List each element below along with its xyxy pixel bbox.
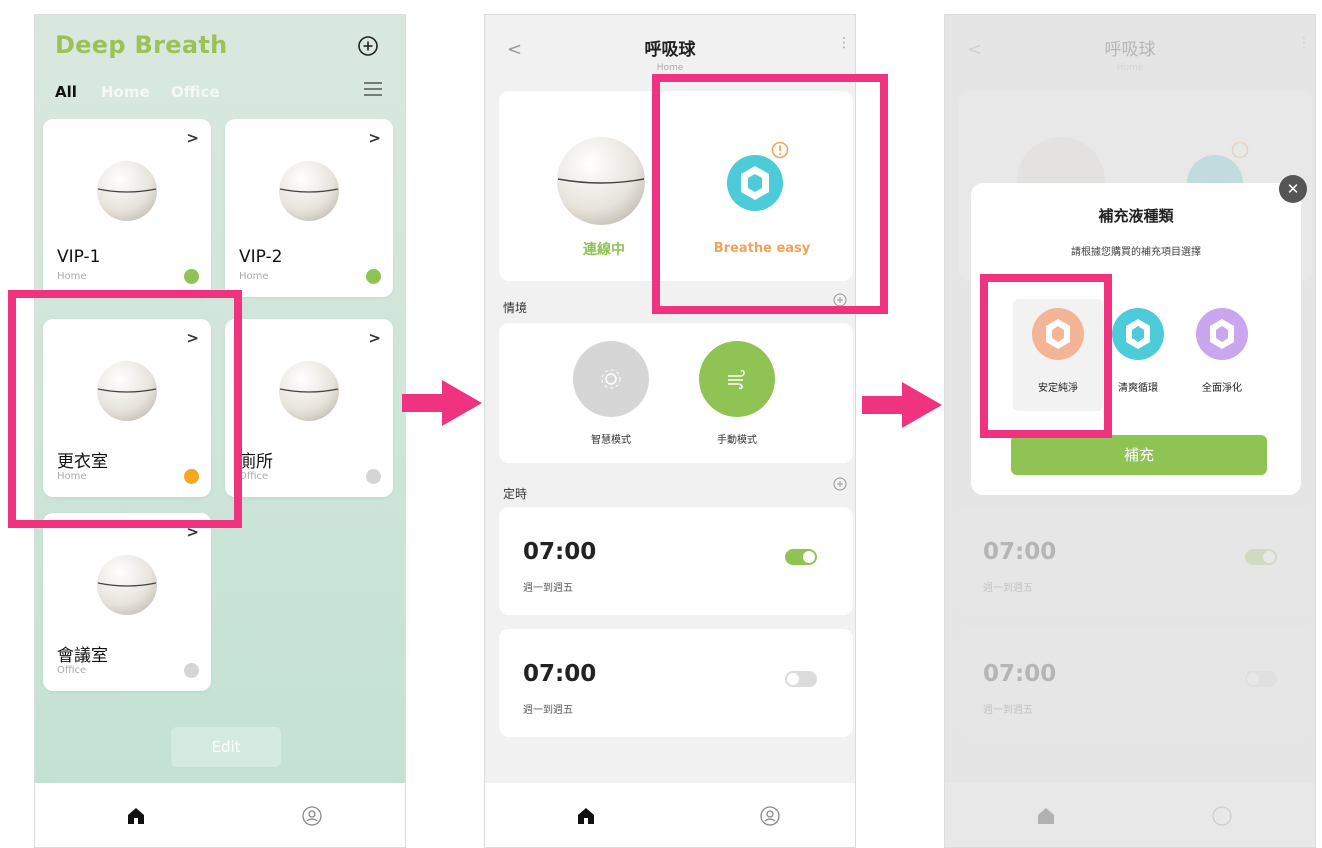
device-card[interactable]: > VIP-1 Home [43, 119, 211, 297]
smart-mode-label: 智慧模式 [591, 435, 631, 446]
device-location: Office [239, 471, 269, 482]
app-brand-title: Deep Breath [55, 31, 228, 59]
timer-card[interactable]: 07:00 週一到週五 [499, 507, 853, 615]
highlight-box [652, 74, 888, 314]
timer-time: 07:00 [523, 539, 597, 565]
refill-option-icon [1112, 308, 1164, 360]
timer-time: 07:00 [523, 661, 597, 687]
page-title: 呼吸球 [644, 40, 696, 60]
plus-circle-icon[interactable] [357, 35, 379, 57]
smart-mode-icon [601, 369, 621, 389]
highlight-box [8, 290, 242, 528]
tab-all[interactable]: All [55, 83, 77, 101]
arrow-right-icon [402, 380, 482, 426]
bottom-nav [35, 783, 405, 847]
device-card[interactable]: > 廁所 Office [225, 319, 393, 497]
timer-card[interactable]: 07:00 週一到週五 [499, 629, 853, 737]
status-dot [184, 269, 199, 284]
device-card[interactable]: > VIP-2 Home [225, 119, 393, 297]
chevron-right-icon: > [368, 329, 381, 347]
edit-button[interactable]: Edit [171, 727, 281, 767]
refill-option-icon [1196, 308, 1248, 360]
timers-section-label: 定時 [503, 487, 528, 501]
wind-icon [728, 370, 745, 390]
manual-mode-label: 手動模式 [717, 435, 757, 446]
device-name: 會議室 [57, 646, 108, 666]
refill-option-label: 全面淨化 [1202, 383, 1242, 394]
page-subtitle: Home [656, 63, 684, 73]
device-location: Home [239, 271, 269, 282]
profile-icon[interactable] [301, 805, 323, 827]
timer-toggle[interactable] [785, 671, 817, 687]
chevron-right-icon: > [368, 129, 381, 147]
add-timer-icon[interactable] [833, 477, 847, 491]
device-name: 廁所 [239, 452, 273, 472]
home-icon[interactable] [125, 805, 147, 827]
status-dot [184, 663, 199, 678]
modal-subtitle: 請根據您購買的補充項目選擇 [1071, 247, 1201, 258]
profile-icon[interactable] [759, 805, 781, 827]
device-name: VIP-1 [57, 247, 101, 267]
mode-card: 智慧模式 手動模式 [499, 323, 853, 463]
scenes-section-label: 情境 [503, 301, 528, 315]
breath-ball-image [279, 361, 339, 421]
smart-mode-button[interactable] [573, 341, 649, 417]
device-name: VIP-2 [239, 247, 283, 267]
chevron-right-icon: > [186, 129, 199, 147]
status-dot [366, 269, 381, 284]
breath-ball-image [97, 555, 157, 615]
refill-confirm-button[interactable]: 補充 [1011, 435, 1267, 475]
manual-mode-button[interactable] [699, 341, 775, 417]
timer-days: 週一到週五 [523, 583, 573, 594]
highlight-box [980, 274, 1112, 438]
more-options-icon[interactable]: ⋮ [837, 35, 851, 51]
close-icon[interactable]: ✕ [1279, 175, 1307, 203]
breath-ball-image [557, 137, 645, 225]
connection-status: 連線中 [583, 242, 625, 258]
timer-toggle[interactable] [785, 549, 817, 565]
breath-ball-image [279, 161, 339, 221]
tab-office[interactable]: Office [171, 83, 220, 101]
arrow-right-icon [862, 382, 942, 428]
timer-days: 週一到週五 [523, 705, 573, 716]
device-location: Office [57, 665, 87, 676]
tab-home[interactable]: Home [101, 83, 150, 101]
breath-ball-image [97, 161, 157, 221]
modal-title: 補充液種類 [1098, 207, 1174, 225]
refill-option-purify[interactable]: 全面淨化 [1177, 299, 1267, 394]
device-card[interactable]: > 會議室 Office [43, 513, 211, 691]
device-location: Home [57, 271, 87, 282]
home-icon[interactable] [575, 805, 597, 827]
menu-icon[interactable] [363, 81, 383, 97]
bottom-nav [485, 783, 855, 847]
status-dot [366, 469, 381, 484]
